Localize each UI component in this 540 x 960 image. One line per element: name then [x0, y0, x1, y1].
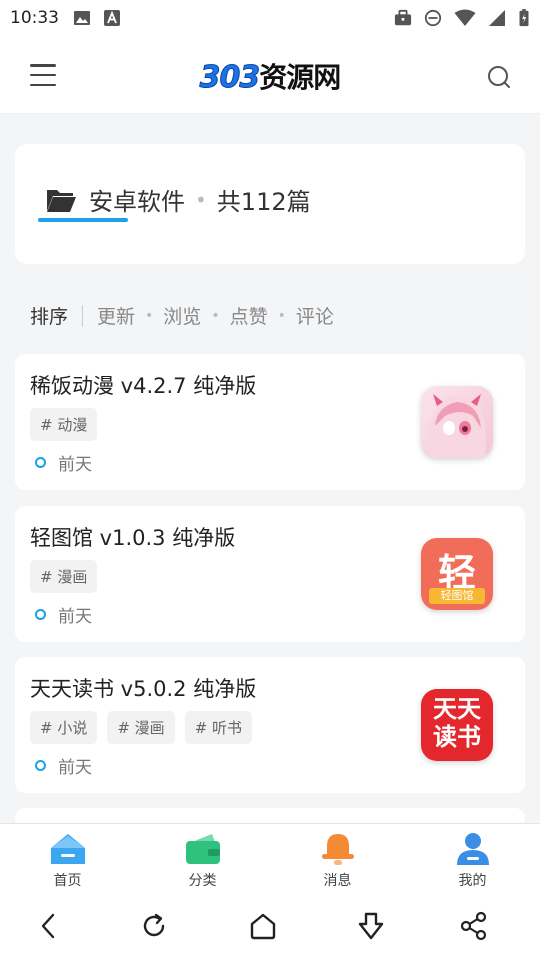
text-app-icon — [104, 10, 120, 26]
wallet-icon — [185, 834, 220, 864]
sort-option-views[interactable]: 浏览 — [163, 302, 201, 329]
item-time: 前天 — [35, 753, 92, 778]
item-thumbnail-xifan[interactable] — [421, 386, 493, 458]
item-title[interactable]: 稀饭动漫 v4.2.7 纯净版 — [30, 370, 256, 400]
item-tags: # 小说 # 漫画 # 听书 — [30, 711, 253, 744]
item-tag[interactable]: # 听书 — [184, 711, 253, 744]
signal-icon — [489, 10, 505, 26]
thumb-subtext: 轻图馆 — [429, 588, 485, 604]
user-icon — [456, 833, 489, 865]
search-icon[interactable] — [486, 64, 512, 90]
list-item[interactable]: 稀饭动漫 v4.2.7 纯净版 # 动漫 前天 — [15, 354, 525, 490]
clock-ring-icon — [35, 457, 46, 468]
briefcase-icon — [394, 9, 412, 26]
site-logo[interactable]: 303资源网 — [0, 56, 540, 96]
home-button-icon[interactable] — [248, 911, 278, 941]
status-time: 10:33 — [10, 8, 59, 28]
item-title[interactable]: 轻图馆 v1.0.3 纯净版 — [30, 522, 235, 552]
status-bar: 10:33 — [0, 0, 540, 36]
refresh-icon[interactable] — [139, 911, 169, 941]
app-header: 303资源网 — [0, 36, 540, 114]
item-title[interactable]: 天天读书 v5.0.2 纯净版 — [30, 673, 256, 703]
item-time: 前天 — [35, 602, 92, 627]
gallery-icon — [74, 11, 90, 25]
sort-divider — [82, 304, 84, 327]
thumb-text: 天天读书 — [433, 695, 481, 751]
bell-icon — [321, 834, 354, 865]
category-count: 共112篇 — [216, 188, 311, 216]
system-nav-bar — [0, 895, 540, 960]
item-tag[interactable]: # 动漫 — [30, 408, 98, 441]
item-tag[interactable]: # 漫画 — [107, 711, 175, 744]
category-card: 安卓软件 • 共112篇 — [15, 144, 525, 264]
sort-bar: 排序 更新 • 浏览 • 点赞 • 评论 — [30, 302, 334, 329]
item-tags: # 动漫 — [30, 408, 98, 441]
bottom-nav: 首页 分类 消息 我的 — [0, 823, 540, 895]
nav-home[interactable]: 首页 — [0, 824, 135, 895]
wifi-icon — [454, 9, 476, 26]
item-thumbnail-qingtuguan[interactable]: 轻 轻图馆 — [421, 538, 493, 610]
sort-option-update[interactable]: 更新 — [97, 302, 135, 329]
category-underline — [38, 218, 128, 222]
nav-category[interactable]: 分类 — [135, 824, 270, 895]
clock-ring-icon — [35, 609, 46, 620]
folder-open-icon — [47, 189, 76, 212]
nav-mine[interactable]: 我的 — [405, 824, 540, 895]
do-not-disturb-icon — [424, 9, 442, 27]
nav-message[interactable]: 消息 — [270, 824, 405, 895]
list-item[interactable]: 天天读书 v5.0.2 纯净版 # 小说 # 漫画 # 听书 前天 天天读书 — [15, 657, 525, 793]
sort-option-comments[interactable]: 评论 — [296, 302, 334, 329]
item-thumbnail-tiantian[interactable]: 天天读书 — [421, 689, 493, 761]
category-title: 安卓软件 • 共112篇 — [45, 182, 311, 217]
item-tag[interactable]: # 小说 — [30, 711, 98, 744]
item-tag[interactable]: # 漫画 — [30, 560, 98, 593]
item-time: 前天 — [35, 450, 92, 475]
separator-dot: • — [195, 187, 207, 212]
item-tags: # 漫画 — [30, 560, 98, 593]
download-icon[interactable] — [356, 911, 386, 941]
sort-option-likes[interactable]: 点赞 — [230, 302, 268, 329]
back-icon[interactable] — [34, 911, 64, 941]
home-icon — [50, 834, 85, 864]
share-icon[interactable] — [459, 911, 489, 941]
clock-ring-icon — [35, 760, 46, 771]
list-item[interactable]: 轻图馆 v1.0.3 纯净版 # 漫画 前天 轻 轻图馆 — [15, 506, 525, 642]
sort-label: 排序 — [30, 306, 69, 328]
battery-charging-icon — [519, 9, 529, 27]
category-name: 安卓软件 — [89, 188, 185, 216]
